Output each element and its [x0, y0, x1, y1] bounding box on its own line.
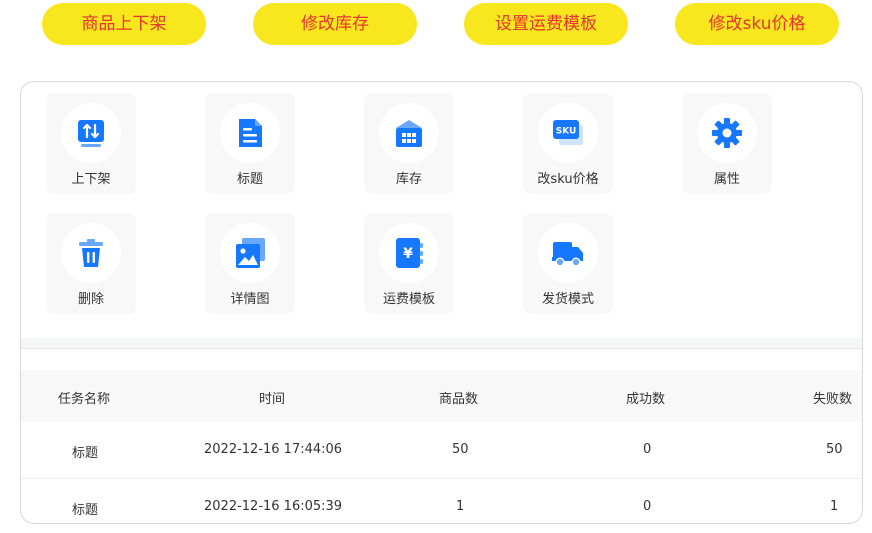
tool-label: 属性 — [713, 172, 740, 187]
task-time: 2022-12-16 17:44:06 — [204, 442, 343, 457]
divider-line — [21, 348, 862, 349]
yen-icon-text: ¥ — [403, 246, 413, 262]
col-time: 时间 — [259, 392, 286, 407]
sku-icon-text: SKU — [556, 127, 577, 137]
tool-title[interactable]: 标题 — [205, 93, 295, 194]
tool-label: 改sku价格 — [537, 172, 599, 187]
tool-label: 运费模板 — [382, 292, 435, 307]
shelf-button[interactable]: 商品上下架 — [42, 3, 206, 45]
success-count: 0 — [643, 442, 652, 457]
section-divider — [21, 338, 862, 348]
col-goods-count: 商品数 — [439, 392, 479, 407]
freight-template-button[interactable]: 设置运费模板 — [464, 3, 628, 45]
freight-yen-icon: ¥ — [379, 223, 439, 283]
tool-label: 标题 — [236, 172, 263, 187]
tool-label: 详情图 — [230, 292, 270, 307]
edit-stock-button[interactable]: 修改库存 — [253, 3, 417, 45]
table-header: 任务名称 时间 商品数 成功数 失败数 — [21, 370, 862, 422]
fail-count: 50 — [826, 442, 843, 457]
tool-label: 发货模式 — [541, 292, 594, 307]
tool-attributes[interactable]: 属性 — [682, 93, 772, 194]
col-task-name: 任务名称 — [58, 392, 111, 407]
tool-stock[interactable]: 库存 — [364, 93, 454, 194]
col-success-count: 成功数 — [626, 392, 666, 407]
shelf-updown-icon — [61, 103, 121, 163]
tool-label: 库存 — [395, 172, 422, 187]
tool-label: 上下架 — [71, 172, 111, 187]
task-name: 标题 — [72, 446, 99, 461]
goods-count: 1 — [456, 499, 465, 514]
trash-icon — [61, 223, 121, 283]
tool-label: 删除 — [77, 292, 104, 307]
col-fail-count: 失败数 — [813, 392, 853, 407]
tool-detail-images[interactable]: 详情图 — [205, 213, 295, 314]
tool-sku-price[interactable]: SKU 改sku价格 — [523, 93, 613, 194]
goods-count: 50 — [452, 442, 469, 457]
tool-shipping-mode[interactable]: 发货模式 — [523, 213, 613, 314]
task-name: 标题 — [72, 503, 99, 518]
gear-icon — [697, 103, 757, 163]
table-row: 标题 2022-12-16 16:05:39 1 0 1 — [21, 479, 862, 523]
image-icon — [220, 223, 280, 283]
truck-icon — [538, 223, 598, 283]
title-doc-icon — [220, 103, 280, 163]
success-count: 0 — [643, 499, 652, 514]
tool-panel: 上下架 标题 库存 SKU 改sku价格 属性 删除 详情图 ¥ 运费模板 发货… — [20, 81, 863, 524]
table-row: 标题 2022-12-16 17:44:06 50 0 50 — [21, 422, 862, 478]
tool-shelf[interactable]: 上下架 — [46, 93, 136, 194]
edit-sku-price-button[interactable]: 修改sku价格 — [675, 3, 839, 45]
tool-delete[interactable]: 删除 — [46, 213, 136, 314]
tool-freight-template[interactable]: ¥ 运费模板 — [364, 213, 454, 314]
task-time: 2022-12-16 16:05:39 — [204, 499, 343, 514]
fail-count: 1 — [830, 499, 839, 514]
sku-price-icon: SKU — [538, 103, 598, 163]
warehouse-icon — [379, 103, 439, 163]
